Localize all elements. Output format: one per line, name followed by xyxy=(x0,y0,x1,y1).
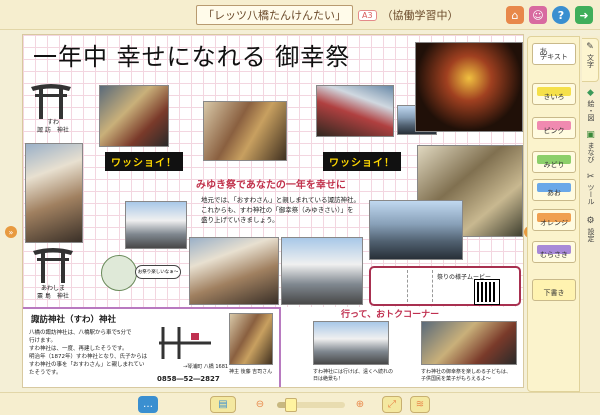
shrine-info-section[interactable]: 諏訪神社（すわ）神社 八橋の諏訪神社は、八橋駅から車で5分で 行けます。 すわ神… xyxy=(23,307,281,387)
home-icon[interactable]: ⌂ xyxy=(506,6,524,24)
qr-code-icon xyxy=(474,279,500,305)
tool-purple[interactable]: むらさき xyxy=(532,241,576,263)
side-tabs: ✎ 文字 ◆ 絵・図 ▣ まなび ✂ ツール ⚙ 設定 xyxy=(580,36,600,392)
tool-orange[interactable]: オレンジ xyxy=(532,209,576,231)
movie-frame xyxy=(407,270,433,302)
users-icon[interactable]: ☺ xyxy=(529,6,547,24)
map-icon xyxy=(159,327,211,359)
tool-draft[interactable]: 下書き xyxy=(532,279,576,301)
tab-pictures[interactable]: ◆ 絵・図 xyxy=(582,88,599,121)
paper-size-badge[interactable]: A3 xyxy=(358,9,377,21)
zoom-slider[interactable] xyxy=(277,398,345,412)
bonus-corner-section[interactable]: 行って、おトクコーナー すわ神社には行けば、遠くへ続れの 日は絶景も！ すわ神社の… xyxy=(281,307,523,387)
wasshoi-label-1[interactable]: ワッショイ！ xyxy=(105,152,183,171)
chat-icon[interactable]: … xyxy=(138,396,158,413)
priest-caption: 神主 後藤 吉司さん xyxy=(229,369,273,375)
tool-green[interactable]: みどり xyxy=(532,151,576,173)
book-icon: ▣ xyxy=(586,130,595,140)
pencil-icon: ✎ xyxy=(586,42,594,52)
corner-heading: 行って、おトクコーナー xyxy=(341,310,440,320)
tab-tools[interactable]: ✂ ツール xyxy=(582,172,599,205)
shrine-heading: 諏訪神社（すわ）神社 xyxy=(31,315,117,325)
layers-icon[interactable]: ≋ xyxy=(410,396,430,413)
tab-text[interactable]: ✎ 文字 xyxy=(582,38,599,82)
festival-photo-3[interactable] xyxy=(203,101,287,161)
torii2-label: あわしま粟 島 神社 xyxy=(37,285,69,300)
festival-photo-9[interactable] xyxy=(281,237,363,305)
priest-photo[interactable] xyxy=(229,313,273,365)
tab-settings[interactable]: ⚙ 設定 xyxy=(582,216,599,242)
tool-palette: あ テキスト きいろ ピンク みどり あお オレンジ むらさき 下書き xyxy=(527,36,580,392)
exit-icon[interactable]: ➜ xyxy=(575,6,593,24)
shrine-description: 八橋の諏訪神社は、八橋駅から車で5分で 行けます。 すわ神社は、一度、再建したそ… xyxy=(29,330,148,376)
document-title-area: 「レッツ八橋たんけんたい」 A3 （協働学習中） xyxy=(196,5,459,25)
corner-photo-2[interactable] xyxy=(421,321,517,365)
character-illustration[interactable] xyxy=(101,255,137,291)
festival-photo-2[interactable] xyxy=(25,143,83,243)
shrine-address: →琴浦町 八橋 1681 xyxy=(183,364,229,370)
torii-gate-icon xyxy=(31,84,71,119)
worksheet-canvas[interactable]: 一年中 幸せになれる 御幸祭 すわ諏 訪 神社 ワッショイ！ ワッショイ！ みゆ… xyxy=(22,34,524,388)
left-panel-toggle-icon[interactable]: » xyxy=(5,226,17,238)
zoom-out-icon[interactable]: ⊖ xyxy=(250,396,270,413)
movie-qr-box[interactable]: 祭りの様子ムービー xyxy=(369,266,521,306)
tool-text[interactable]: あ テキスト xyxy=(532,43,576,65)
top-toolbar: 「レッツ八橋たんけんたい」 A3 （協働学習中） ⌂ ☺ ? ➜ xyxy=(0,0,600,30)
help-icon[interactable]: ? xyxy=(552,6,570,24)
tool-yellow[interactable]: きいろ xyxy=(532,83,576,105)
parade-photo[interactable] xyxy=(369,200,463,260)
corner-caption-1: すわ神社には行けば、遠くへ続れの 日は絶景も！ xyxy=(313,369,394,382)
torii-gate-icon xyxy=(33,248,73,283)
festival-photo-7[interactable] xyxy=(125,201,187,249)
red-heading[interactable]: みゆき祭であなたの一年を幸せに xyxy=(196,176,346,191)
tab-learning[interactable]: ▣ まなび xyxy=(582,130,599,163)
corner-photo-1[interactable] xyxy=(313,321,389,365)
collab-status: （協働学習中） xyxy=(381,9,459,22)
festival-photo-8[interactable] xyxy=(189,237,279,305)
wrench-icon: ✂ xyxy=(586,172,595,182)
tool-pink[interactable]: ピンク xyxy=(532,117,576,139)
gear-icon: ⚙ xyxy=(586,216,595,226)
bottom-toolbar: … ▤ ⊖ ⊕ ⤢ ≋ xyxy=(0,392,600,415)
zoom-in-icon[interactable]: ⊕ xyxy=(350,396,370,413)
speech-bubble[interactable]: お祭り楽しいなぁ～ xyxy=(135,265,181,279)
image-view-icon[interactable]: ▤ xyxy=(210,396,236,413)
fit-screen-icon[interactable]: ⤢ xyxy=(382,396,402,413)
festival-night-photo[interactable] xyxy=(415,42,523,132)
document-title[interactable]: 「レッツ八橋たんけんたい」 xyxy=(196,5,353,25)
page-title[interactable]: 一年中 幸せになれる 御幸祭 xyxy=(33,37,350,72)
festival-photo-4[interactable] xyxy=(316,85,394,137)
wasshoi-label-2[interactable]: ワッショイ！ xyxy=(323,152,401,171)
shapes-icon: ◆ xyxy=(587,88,594,98)
zoom-slider-thumb[interactable] xyxy=(285,398,297,412)
tool-blue[interactable]: あお xyxy=(532,179,576,201)
corner-caption-2: すわ神社の御幸祭を楽しめる子どもは、 子供国民を菓子がもらえるよ～ xyxy=(421,369,512,382)
festival-photo-1[interactable] xyxy=(99,85,169,147)
torii1-label: すわ諏 訪 神社 xyxy=(37,119,69,134)
shrine-phone: 0858―52―2827 xyxy=(157,375,220,383)
